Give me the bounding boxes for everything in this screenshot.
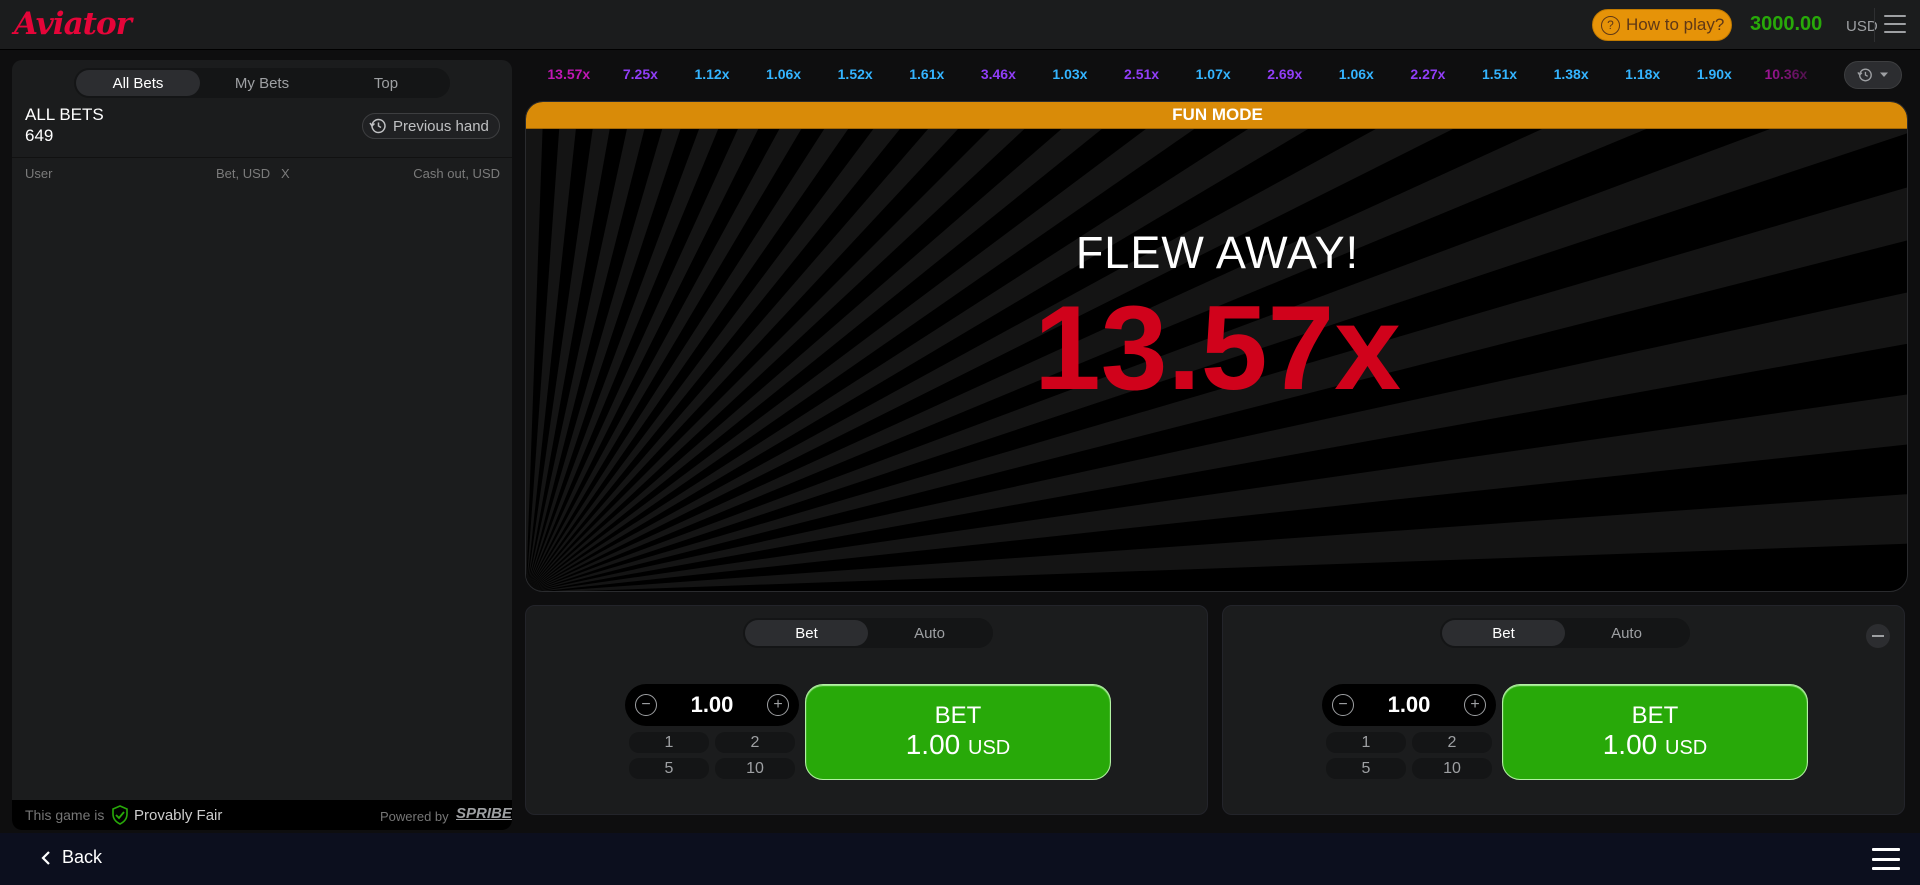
history-multiplier[interactable]: 3.46x [963,62,1035,86]
tab-bet[interactable]: Bet [745,620,868,646]
history-multiplier[interactable]: 7.25x [605,62,677,86]
quick-amount-5[interactable]: 5 [1326,758,1406,779]
history-multiplier[interactable]: 1.18x [1607,62,1679,86]
previous-hand-label: Previous hand [393,117,489,135]
quick-amount-2[interactable]: 2 [715,732,795,753]
bet-amount-value[interactable]: 1.00 [1388,692,1431,718]
bet-button[interactable]: BET 1.00 USD [1502,684,1808,780]
history-multiplier[interactable]: 2.51x [1106,62,1178,86]
col-user: User [25,166,53,181]
chevron-down-icon [1880,72,1888,77]
chevron-left-icon [41,850,50,865]
increase-icon[interactable]: + [766,694,789,716]
hamburger-menu-icon[interactable] [1872,848,1900,870]
provably-fair-link[interactable]: Provably Fair [134,807,222,824]
bet-panel-1-tabs: Bet Auto [743,618,993,648]
flew-away-text: FLEW AWAY! [1075,227,1360,278]
tab-auto[interactable]: Auto [868,620,991,646]
quick-amount-1[interactable]: 1 [629,732,709,753]
col-x: X [281,166,290,181]
how-to-play-label: How to play? [1626,15,1725,34]
back-button[interactable]: Back [40,847,102,868]
bet-button-amount: 1.00 [1602,728,1658,760]
fun-mode-banner: FUN MODE [526,102,1907,129]
bet-button[interactable]: BET 1.00 USD [805,684,1111,780]
history-multiplier[interactable]: 2.69x [1249,62,1321,86]
aviator-logo[interactable]: Aviator [14,6,132,42]
history-multiplier[interactable]: 1.90x [1679,62,1751,86]
history-fade [1750,58,1840,92]
quick-amount-10[interactable]: 10 [715,758,795,779]
all-bets-count: 649 [25,126,54,145]
col-cashout: Cash out, USD [413,166,500,181]
crash-multiplier: 13.57x [1033,281,1402,415]
balance-currency: USD [1846,18,1878,35]
bet-panel-2-tabs: Bet Auto [1440,618,1690,648]
minus-icon [1872,635,1884,637]
bottom-bar: Back [0,833,1920,885]
col-bet: Bet, USD [216,166,271,181]
spribe-logo[interactable]: SPRIBE [456,805,512,822]
game-stage: FUN MODE FLEW AWAY! 13.57x [525,101,1908,592]
bet-panel-2: Bet Auto − 1.00 + 1 2 5 10 BET 1.00 USD [1222,605,1905,815]
decrease-icon[interactable]: − [635,694,657,716]
history-multiplier[interactable]: 1.51x [1464,62,1536,86]
history-multiplier[interactable]: 1.06x [1321,62,1393,86]
history-multiplier[interactable]: 13.57x [533,62,605,86]
how-to-play-button[interactable]: ? How to play? [1592,9,1732,41]
history-icon [369,118,386,134]
history-multiplier[interactable]: 1.12x [676,62,748,86]
quick-amount-1[interactable]: 1 [1326,732,1406,753]
history-multiplier[interactable]: 1.38x [1535,62,1607,86]
bet-button-label: BET [934,701,982,729]
history-toggle-button[interactable] [1844,61,1902,89]
history-multiplier[interactable]: 1.52x [819,62,891,86]
question-icon: ? [1601,15,1620,35]
tab-bet[interactable]: Bet [1442,620,1565,646]
multiplier-history: 13.57x 7.25x 1.12x 1.06x 1.52x 1.61x 3.46x 1.03… [533,62,1833,88]
bet-button-currency: USD [1665,736,1708,759]
bets-tabs: All Bets My Bets Top [74,68,450,98]
bet-button-label: BET [1631,701,1679,729]
bet-amount-stepper: − 1.00 + [1322,684,1496,726]
decrease-icon[interactable]: − [1332,694,1354,716]
tab-all-bets[interactable]: All Bets [76,70,200,96]
bet-button-amount: 1.00 [905,728,961,760]
history-multiplier[interactable]: 1.06x [748,62,820,86]
history-multiplier[interactable]: 1.03x [1034,62,1106,86]
bets-panel: All Bets My Bets Top ALL BETS 649 Previo… [12,60,512,830]
balance-amount: 3000.00 [1750,13,1823,35]
provably-fair-text: This game is [25,807,105,823]
header-divider [1874,8,1875,42]
history-icon [1857,68,1872,82]
previous-hand-button[interactable]: Previous hand [362,113,500,139]
tab-my-bets[interactable]: My Bets [200,70,324,96]
remove-panel-button[interactable] [1866,624,1890,648]
quick-amount-5[interactable]: 5 [629,758,709,779]
bet-amount-stepper: − 1.00 + [625,684,799,726]
history-multiplier[interactable]: 1.07x [1177,62,1249,86]
tab-auto[interactable]: Auto [1565,620,1688,646]
bet-amount-value[interactable]: 1.00 [691,692,734,718]
quick-amount-10[interactable]: 10 [1412,758,1492,779]
bet-button-currency: USD [968,736,1011,759]
bets-table-header: User Bet, USD X Cash out, USD [12,157,512,185]
history-multiplier[interactable]: 2.27x [1392,62,1464,86]
increase-icon[interactable]: + [1463,694,1486,716]
menu-icon[interactable] [1884,15,1906,33]
all-bets-title: ALL BETS [25,105,104,124]
shield-check-icon [112,805,128,825]
bets-panel-footer: This game is Provably Fair Powered by SP… [12,800,512,830]
top-bar: Aviator ? How to play? 3000.00 USD [0,0,1920,50]
back-label: Back [62,847,103,867]
history-multiplier[interactable]: 1.61x [891,62,963,86]
tab-top[interactable]: Top [324,70,448,96]
powered-by-text: Powered by [380,809,449,824]
quick-amount-2[interactable]: 2 [1412,732,1492,753]
bet-panel-1: Bet Auto − 1.00 + 1 2 5 10 BET 1.00 USD [525,605,1208,815]
